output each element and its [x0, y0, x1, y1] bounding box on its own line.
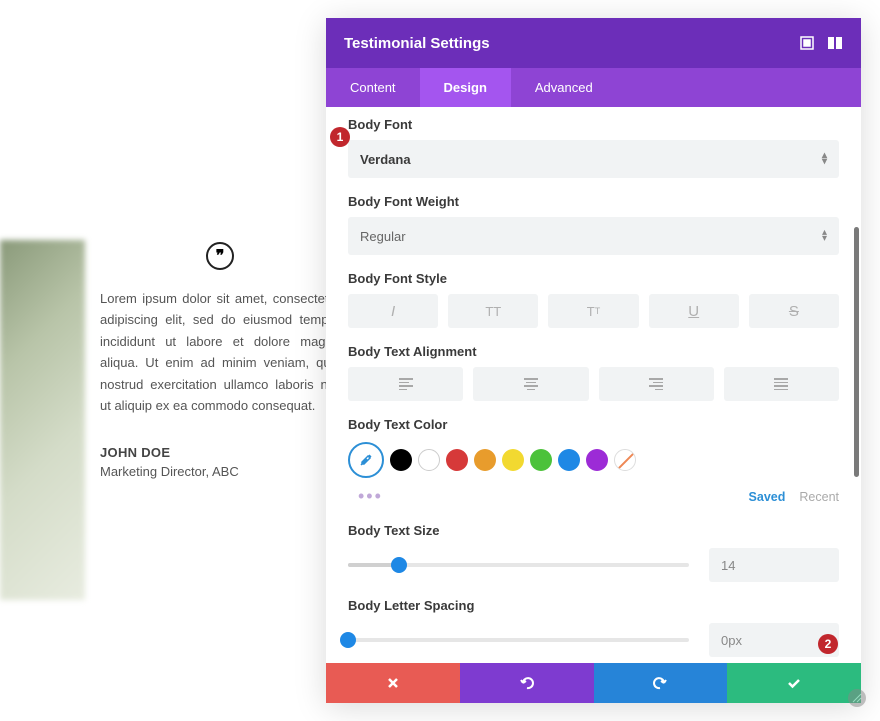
color-swatch-black[interactable]: [390, 449, 412, 471]
underline-button[interactable]: U: [649, 294, 739, 328]
check-icon: [786, 675, 802, 691]
color-swatch-purple[interactable]: [586, 449, 608, 471]
uppercase-button[interactable]: TT: [448, 294, 538, 328]
color-swatch-none[interactable]: [614, 449, 636, 471]
align-justify-button[interactable]: [724, 367, 839, 401]
eyedropper-button[interactable]: [348, 442, 384, 478]
tab-advanced[interactable]: Advanced: [511, 68, 617, 107]
close-icon: [386, 676, 400, 690]
letter-spacing-slider-thumb[interactable]: [340, 632, 356, 648]
label-body-font: Body Font: [348, 117, 839, 132]
letter-spacing-slider[interactable]: [348, 638, 689, 642]
label-body-font-weight: Body Font Weight: [348, 194, 839, 209]
testimonial-author: JOHN DOE: [100, 445, 340, 460]
alignment-buttons: [348, 367, 839, 401]
text-size-slider[interactable]: [348, 563, 689, 567]
body-font-select[interactable]: Verdana ▴▾: [348, 140, 839, 178]
label-body-text-color: Body Text Color: [348, 417, 839, 432]
panel-body: Body Font Verdana ▴▾ Body Font Weight Re…: [326, 107, 861, 663]
align-right-button[interactable]: [599, 367, 714, 401]
text-size-slider-thumb[interactable]: [391, 557, 407, 573]
redo-button[interactable]: [594, 663, 728, 703]
testimonial-role: Marketing Director, ABC: [100, 464, 340, 479]
panel-layout-icon[interactable]: [827, 35, 843, 51]
panel-header: Testimonial Settings: [326, 18, 861, 68]
tabs-bar: Content Design Advanced: [326, 68, 861, 107]
save-button[interactable]: [727, 663, 861, 703]
label-body-text-alignment: Body Text Alignment: [348, 344, 839, 359]
undo-icon: [519, 675, 535, 691]
color-swatch-yellow[interactable]: [502, 449, 524, 471]
text-size-input[interactable]: 14: [709, 548, 839, 582]
caret-icon: ▴▾: [822, 153, 827, 165]
color-swatch-row: [348, 442, 839, 478]
align-left-button[interactable]: [348, 367, 463, 401]
expand-icon[interactable]: [799, 35, 815, 51]
align-center-button[interactable]: [473, 367, 588, 401]
more-colors-icon[interactable]: •••: [358, 486, 383, 507]
tab-design[interactable]: Design: [420, 68, 511, 107]
color-swatch-white[interactable]: [418, 449, 440, 471]
annotation-badge-2: 2: [818, 634, 838, 654]
scrollbar[interactable]: [854, 227, 859, 477]
panel-title: Testimonial Settings: [344, 35, 787, 52]
saved-colors-tab[interactable]: Saved: [749, 490, 786, 504]
color-swatch-green[interactable]: [530, 449, 552, 471]
color-swatch-blue[interactable]: [558, 449, 580, 471]
color-swatch-orange[interactable]: [474, 449, 496, 471]
smallcaps-button[interactable]: TT: [548, 294, 638, 328]
undo-button[interactable]: [460, 663, 594, 703]
body-font-weight-value: Regular: [360, 229, 406, 244]
cancel-button[interactable]: [326, 663, 460, 703]
settings-panel: Testimonial Settings Content Design Adva…: [326, 18, 861, 703]
body-font-value: Verdana: [360, 152, 411, 167]
background-image: [0, 240, 85, 600]
label-body-letter-spacing: Body Letter Spacing: [348, 598, 839, 613]
testimonial-body-text: Lorem ipsum dolor sit amet, consectetur …: [100, 288, 340, 417]
panel-footer: [326, 663, 861, 703]
font-style-buttons: I TT TT U S: [348, 294, 839, 328]
strikethrough-button[interactable]: S: [749, 294, 839, 328]
label-body-text-size: Body Text Size: [348, 523, 839, 538]
body-font-weight-select[interactable]: Regular ▴▾: [348, 217, 839, 255]
redo-icon: [652, 675, 668, 691]
label-body-font-style: Body Font Style: [348, 271, 839, 286]
tab-content[interactable]: Content: [326, 68, 420, 107]
resize-handle-icon[interactable]: [848, 689, 866, 707]
recent-colors-tab[interactable]: Recent: [799, 490, 839, 504]
annotation-badge-1: 1: [330, 127, 350, 147]
testimonial-preview: ❞ Lorem ipsum dolor sit amet, consectetu…: [100, 242, 340, 479]
italic-button[interactable]: I: [348, 294, 438, 328]
caret-icon: ▴▾: [822, 230, 827, 242]
quote-icon: ❞: [206, 242, 234, 270]
color-swatch-red[interactable]: [446, 449, 468, 471]
